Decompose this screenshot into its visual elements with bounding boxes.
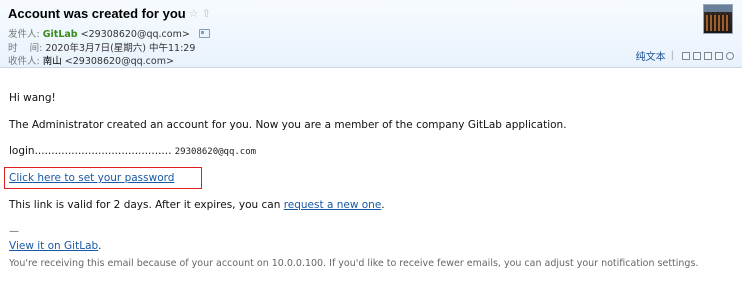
attachment-icon[interactable]: [704, 51, 712, 60]
from-row: 发件人: GitLab <29308620@qq.com>: [8, 26, 210, 40]
more-icon[interactable]: [726, 51, 734, 60]
sender-address: <29308620@qq.com>: [80, 29, 190, 40]
view-on-gitlab-link[interactable]: View it on GitLab: [9, 240, 98, 252]
validity-row: This link is valid for 2 days. After it …: [9, 199, 385, 211]
to-row: 收件人: 南山 <29308620@qq.com>: [8, 53, 174, 67]
validity-text: This link is valid for 2 days. After it …: [9, 199, 284, 211]
contact-card-icon[interactable]: [198, 29, 210, 38]
validity-suffix: .: [381, 199, 385, 211]
separator: —: [9, 226, 19, 237]
time-row: 时 间: 2020年3月7日(星期六) 中午11:29: [8, 40, 195, 54]
set-password-link[interactable]: Click here to set your password: [9, 172, 174, 184]
from-label: 发件人:: [8, 29, 40, 40]
view-row: View it on GitLab.: [9, 240, 102, 252]
set-password-row: Click here to set your password: [9, 172, 174, 184]
login-value: 29308620@qq.com: [174, 147, 257, 157]
flag-icon[interactable]: ⇧: [202, 8, 211, 19]
header-toolbar: 纯文本 |: [636, 48, 734, 63]
print-icon[interactable]: [715, 51, 723, 60]
login-row: login...................................…: [9, 145, 256, 157]
request-new-link[interactable]: request a new one: [284, 199, 382, 211]
greeting: Hi wang!: [9, 92, 56, 104]
intro-text: The Administrator created an account for…: [9, 119, 567, 131]
recipient-address: <29308620@qq.com>: [64, 56, 174, 67]
popout-icon[interactable]: [682, 51, 690, 60]
footer-text: You're receiving this email because of y…: [9, 258, 699, 269]
sender-name[interactable]: GitLab: [43, 29, 78, 40]
plain-text-button[interactable]: 纯文本: [636, 48, 666, 63]
to-label: 收件人:: [8, 56, 40, 67]
email-subject: Account was created for you: [8, 6, 186, 21]
subject-row: Account was created for you ☆ ⇧: [8, 6, 211, 21]
email-header: Account was created for you ☆ ⇧ 发件人: Git…: [0, 0, 742, 68]
toolbar-divider: |: [670, 50, 674, 61]
star-icon[interactable]: ☆: [189, 8, 199, 19]
login-label: login...................................…: [9, 145, 172, 157]
sender-avatar: [703, 4, 733, 34]
view-suffix: .: [98, 240, 102, 252]
recipient-name[interactable]: 南山: [43, 56, 62, 67]
copy-icon[interactable]: [693, 51, 701, 60]
